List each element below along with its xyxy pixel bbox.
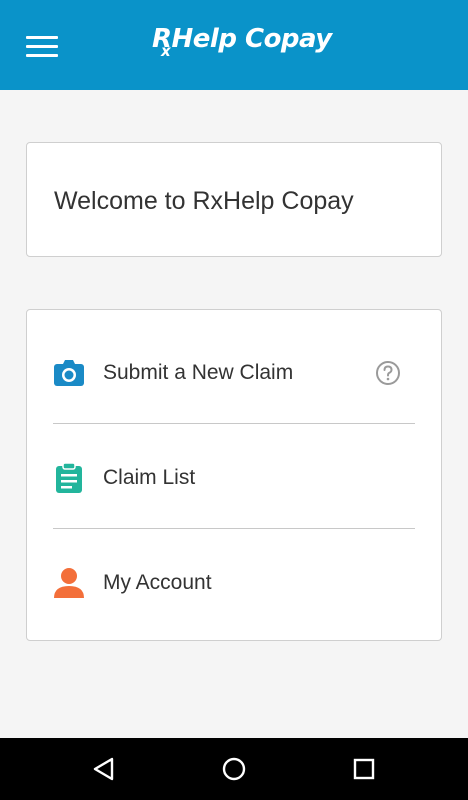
app-bar: RHelp Copay x: [0, 0, 468, 90]
my-account-item[interactable]: My Account: [27, 531, 441, 635]
app-logo: RHelp Copay x: [152, 22, 332, 66]
welcome-card: Welcome to RxHelp Copay: [26, 142, 442, 257]
welcome-text: Welcome to RxHelp Copay: [54, 187, 354, 215]
my-account-label: My Account: [103, 571, 212, 594]
menu-button[interactable]: [26, 36, 58, 58]
person-icon: [54, 568, 84, 598]
menu-card: Submit a New Claim Claim List My Account: [26, 309, 442, 641]
home-circle-icon[interactable]: [220, 755, 248, 783]
logo-text: RHelp Copay: [152, 24, 332, 54]
clipboard-icon: [56, 462, 82, 493]
submit-claim-item[interactable]: Submit a New Claim: [27, 321, 441, 425]
system-nav-bar: [0, 738, 468, 800]
camera-icon: [54, 360, 84, 386]
recents-square-icon[interactable]: [350, 755, 378, 783]
help-circle-icon[interactable]: [375, 360, 401, 386]
claim-list-label: Claim List: [103, 466, 196, 489]
back-triangle-icon[interactable]: [90, 755, 118, 783]
claim-list-item[interactable]: Claim List: [27, 426, 441, 530]
logo-rx-x: x: [161, 42, 171, 60]
divider: [53, 423, 415, 424]
hamburger-icon: [26, 36, 58, 39]
submit-claim-label: Submit a New Claim: [103, 361, 294, 384]
divider: [53, 528, 415, 529]
